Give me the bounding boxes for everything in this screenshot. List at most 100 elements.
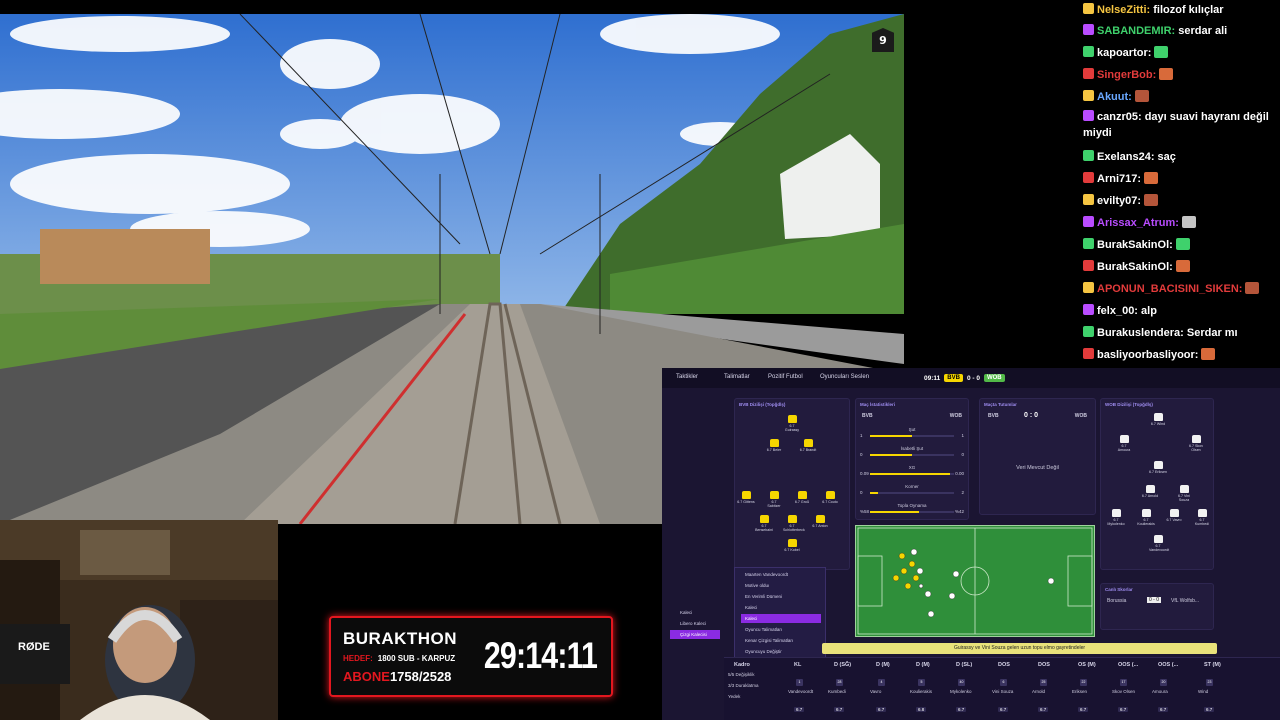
stat-label: Topla Oynama (897, 503, 927, 508)
live-scores-panel: Canlı Skorlar Borussia 0 - 0 VfL Wolfsb.… (1100, 583, 1214, 630)
home-player[interactable]: 6.7 Gittens (737, 491, 755, 504)
chat-username[interactable]: APONUN_BACISINI_SIKEN: (1097, 283, 1242, 295)
stat-bar-fill (870, 492, 879, 494)
chat-username[interactable]: BurakSakinOl: (1097, 261, 1173, 273)
shirt-number: 28 (836, 679, 843, 686)
home-player[interactable]: 6.7 Kobel (783, 539, 801, 552)
subathon-title: BURAKTHON (343, 629, 458, 648)
lineup-player[interactable]: Kumbedi (828, 689, 846, 694)
shirt-number: 17 (1120, 679, 1127, 686)
chat-text: Serdar mı (1183, 327, 1238, 339)
chat-username[interactable]: basliyoorbasliyoor: (1097, 349, 1198, 361)
home-player[interactable]: 6.7 Guirassy (783, 415, 801, 432)
chat-badge-icon (1083, 304, 1094, 315)
chat-badge-icon (1083, 326, 1094, 337)
chat-username[interactable]: SingerBob: (1097, 69, 1156, 81)
lineup-player[interactable]: Koulierakis (910, 689, 932, 694)
chat-message: SingerBob: (1083, 65, 1274, 86)
lineup-player[interactable]: Wind (1198, 689, 1208, 694)
home-player[interactable]: 6.7 Anton (811, 515, 829, 528)
away-player[interactable]: 6.7 Wind (1149, 413, 1167, 426)
role-option[interactable]: Kaleci (670, 608, 720, 617)
lineup-player[interactable]: Arnold (1032, 689, 1045, 694)
lineup-player[interactable]: Amoura (1152, 689, 1168, 694)
chat-username[interactable]: SABANDEMIR: (1097, 25, 1175, 37)
tab-tactics[interactable]: Taktikler (676, 374, 698, 380)
chat-username[interactable]: Akuut: (1097, 91, 1132, 103)
home-player-name: Groß (800, 500, 810, 504)
lineup-player[interactable]: Vandevoordt (788, 689, 813, 694)
match-stats-panel: Maç İstatistikleri BVB WOB Şut 1 1 İsabetli… (855, 398, 969, 520)
shirt-icon (797, 491, 807, 499)
home-player[interactable]: 6.7 Groß (793, 491, 811, 504)
lineup-header: OOS (... (1158, 662, 1179, 668)
away-player[interactable]: 6.7 Skov Olsen (1187, 435, 1205, 452)
chat-message: BurakSakinOl: (1083, 235, 1274, 256)
home-player[interactable]: 6.7 Sabitzer (765, 491, 783, 508)
chat-username[interactable]: evilty07: (1097, 195, 1141, 207)
lineup-header: OOS (... (1118, 662, 1139, 668)
away-player[interactable]: 6.7 Vandevoordt (1149, 535, 1169, 552)
context-menu-item[interactable]: Kaleci (741, 614, 821, 623)
role-option[interactable]: Çizgi Kalecisi (670, 630, 720, 639)
away-player[interactable]: 6.7 Mykolenko (1107, 509, 1125, 526)
tab-instructions[interactable]: Talimatlar (724, 374, 750, 380)
goal-line: HEDEF: 1800 SUB - KARPUZ (343, 654, 455, 663)
lineup-player[interactable]: Vini Souza (992, 689, 1013, 694)
chat-username[interactable]: NelseZitti: (1097, 4, 1150, 16)
context-menu-item[interactable]: Oyuncu Talimatları (741, 625, 821, 634)
context-menu-item[interactable]: Maarten Vandevoordt (741, 570, 821, 579)
away-player-name: Vavro (1172, 518, 1182, 522)
role-option[interactable]: Libero Kaleci (670, 619, 720, 628)
emote-icon (1175, 238, 1190, 250)
shirt-icon (1191, 435, 1201, 443)
chat-message: canzr05: dayı suavi hayranı değil miydi (1083, 109, 1274, 141)
context-menu-item[interactable]: Motive olduı (741, 581, 821, 590)
stat-label: Şut (908, 427, 916, 432)
context-menu-item[interactable]: En Verimli Dümeni (741, 592, 821, 601)
context-menu-item[interactable]: Oyuncuyu Değiştir (741, 647, 821, 656)
chat-username[interactable]: Exelans24: (1097, 151, 1154, 163)
chat-username[interactable]: Arni717: (1097, 173, 1141, 185)
shirt-number: 25 (1040, 679, 1047, 686)
subathon-timer: 29:14:11 (483, 635, 598, 676)
chat-username[interactable]: Arissax_Atrum: (1097, 217, 1179, 229)
lineup-player[interactable]: Skov Olsen (1112, 689, 1135, 694)
away-player[interactable]: 6.7 Kumbedi (1193, 509, 1211, 526)
home-player[interactable]: 6.7 Schlotterbeck (783, 515, 805, 532)
match-pitch[interactable] (855, 525, 1095, 637)
away-player[interactable]: 6.7 Eriksen (1149, 461, 1167, 474)
home-player[interactable]: 6.7 Bensebaini (755, 515, 773, 532)
match-clock: 09:11 (924, 374, 941, 382)
chat-message: APONUN_BACISINI_SIKEN: (1083, 279, 1274, 300)
chat-username[interactable]: canzr05: (1097, 111, 1142, 123)
chat-message: NelseZitti: filozof kılıçlar (1083, 0, 1274, 21)
lineup-player[interactable]: Mykolenko (950, 689, 972, 694)
chat-username[interactable]: kapoartor: (1097, 47, 1151, 59)
home-player-name: Brandt (805, 448, 817, 452)
lineup-header: ST (M) (1204, 662, 1221, 668)
match-stats-title: Maç İstatistikleri (860, 402, 896, 407)
away-player[interactable]: 6.7 Koulierakis (1137, 509, 1155, 526)
lineup-player[interactable]: Eriksen (1072, 689, 1087, 694)
tab-shout[interactable]: Oyuncuları Seslen (820, 374, 869, 380)
context-menu-item[interactable]: Kaleci (741, 603, 821, 612)
away-player[interactable]: 6.7 Vavro (1165, 509, 1183, 522)
home-player[interactable]: 6.7 Beier (765, 439, 783, 452)
chat-username[interactable]: felx_00: (1097, 305, 1138, 317)
away-player[interactable]: 6.7 Arnold (1141, 485, 1159, 498)
away-player-name: Eriksen (1155, 470, 1167, 474)
chat-username[interactable]: Burakuslendera: (1097, 327, 1184, 339)
away-player[interactable]: 6.7 Amoura (1115, 435, 1133, 452)
chat-username[interactable]: BurakSakinOl: (1097, 239, 1173, 251)
lineup-player[interactable]: Vavro (870, 689, 881, 694)
away-player[interactable]: 6.7 Vini Souza (1175, 485, 1193, 502)
tab-mentality[interactable]: Pozitif Futbol (768, 374, 803, 380)
home-player[interactable]: 6.7 Brandt (799, 439, 817, 452)
context-menu-item[interactable]: Kenar Çizgisi Talimatları (741, 636, 821, 645)
away-player-name: Arnold (1147, 494, 1159, 498)
chat-text: filozof kılıçlar (1150, 4, 1224, 16)
ratings-away: WOB (1074, 413, 1087, 419)
home-player[interactable]: 6.7 Couto (821, 491, 839, 504)
chat-badge-icon (1083, 238, 1094, 249)
